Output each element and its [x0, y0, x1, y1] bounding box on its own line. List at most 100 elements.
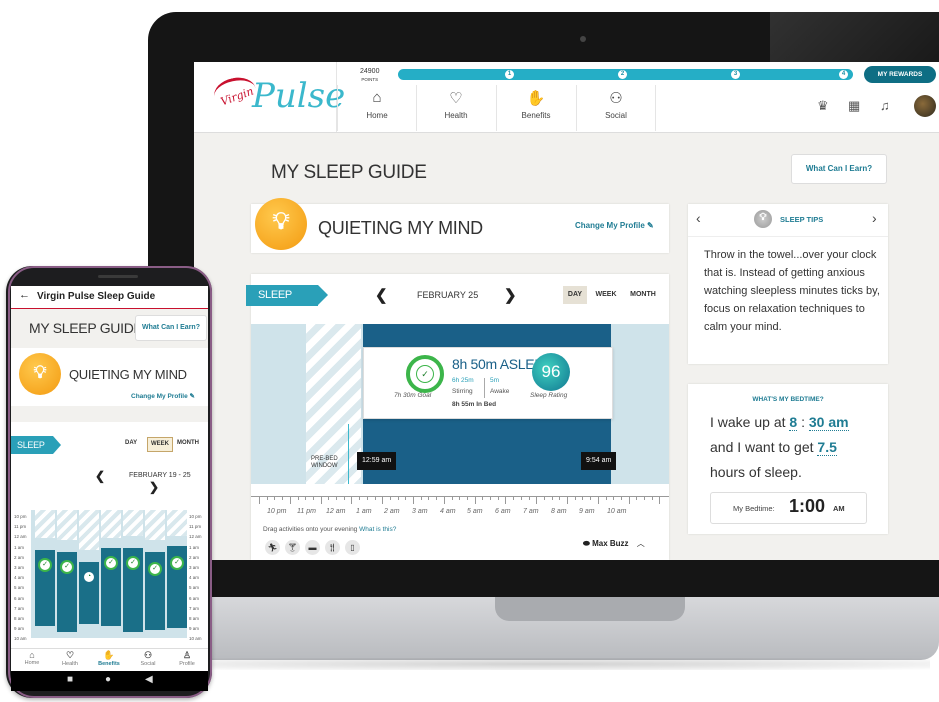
- tips-prev-chevron-icon[interactable]: ‹: [696, 210, 701, 226]
- trophy-icon[interactable]: ♛: [817, 98, 829, 114]
- axis-tick: [312, 496, 314, 500]
- nav-health-label: Health: [444, 111, 468, 120]
- phone-time-label: 6 am: [14, 595, 25, 601]
- sleep-hours-line: and I want to get 7.5: [710, 439, 837, 456]
- bell-icon[interactable]: ♫: [880, 98, 890, 113]
- tick-11pm: 11 pm: [297, 508, 316, 515]
- phone-time-label: 10 am: [14, 636, 27, 642]
- phone-nav-home-label: Home: [24, 660, 40, 666]
- avatar[interactable]: [914, 95, 936, 117]
- change-profile-link[interactable]: Change My Profile ✎: [575, 221, 654, 230]
- want-prefix: and I want to get: [710, 439, 814, 455]
- sleep-end-time: 9:54 am: [581, 452, 617, 470]
- sleep-tip-text: Throw in the towel...over your clock tha…: [704, 249, 880, 333]
- brand-logo[interactable]: Virgin Pulse: [194, 62, 345, 132]
- calendar-icon[interactable]: ▦: [848, 98, 860, 114]
- goal-ring: ✓: [406, 355, 444, 393]
- bedtime-card: WHAT'S MY BEDTIME? I wake up at 8 : 30 a…: [688, 384, 888, 534]
- what-is-this-link[interactable]: What is this?: [359, 526, 396, 533]
- home-icon: ⌂: [29, 650, 35, 660]
- phone-time-label: 12 am: [14, 534, 27, 540]
- phone-time-label: 9 am: [189, 626, 200, 632]
- nav-home[interactable]: ⌂ Home: [337, 85, 416, 131]
- phone-what-can-i-earn-button[interactable]: What Can I Earn?: [135, 315, 207, 341]
- check-icon: ✓: [170, 556, 184, 570]
- fork-knife-icon[interactable]: 🍴︎: [325, 540, 340, 555]
- axis-tick: [443, 496, 445, 504]
- sleep-tips-card: ‹ 💡︎ SLEEP TIPS › Throw in the towel...o…: [688, 204, 888, 364]
- pill-icon: ⬬: [583, 539, 590, 548]
- laptop-shadow: [160, 658, 930, 670]
- phone-date-prev-chevron-icon[interactable]: ❮: [95, 469, 105, 483]
- check-icon: ✓: [126, 556, 140, 570]
- sleep-tips-title: SLEEP TIPS: [780, 215, 824, 224]
- heart-icon: ♡: [65, 650, 75, 660]
- prebed-stripe: [79, 510, 99, 550]
- prebed-label-line1: PRE-BED: [311, 456, 338, 462]
- wake-prefix: I wake up at: [710, 414, 786, 430]
- axis-tick: [436, 496, 438, 500]
- tick-6am: 6 am: [495, 508, 511, 515]
- partial-ring-icon: ◔: [82, 570, 96, 584]
- phone-nav-profile[interactable]: ♙ Profile: [169, 650, 205, 667]
- phone-nav-social[interactable]: ⚇ Social: [130, 650, 166, 667]
- phone-nav-health[interactable]: ♡ Health: [52, 650, 88, 667]
- logo-pulse-text: Pulse: [252, 76, 346, 116]
- phone-range-day[interactable]: DAY: [125, 440, 137, 446]
- wake-hour-input[interactable]: 8: [789, 414, 798, 431]
- axis-tick: [451, 496, 453, 500]
- phone-nav-benefits-label: Benefits: [98, 661, 120, 667]
- tick-5am: 5 am: [467, 508, 483, 515]
- prebed-label-line2: WINDOW: [311, 463, 338, 469]
- home-circle-icon[interactable]: ●: [105, 674, 111, 685]
- screen-icon[interactable]: ▬: [305, 540, 320, 555]
- bedtime-value: 1:00: [789, 496, 826, 516]
- max-buzz-toggle[interactable]: ⬬ Max Buzz ︿: [583, 538, 645, 549]
- phone-range-week[interactable]: WEEK: [147, 437, 173, 452]
- nav-social-label: Social: [605, 111, 627, 120]
- phone-icon[interactable]: ▯: [345, 540, 360, 555]
- back-triangle-icon[interactable]: ◀: [145, 674, 153, 685]
- axis-tick: [413, 496, 414, 504]
- date-prev-chevron-icon[interactable]: ❮: [375, 286, 388, 304]
- nav-benefits[interactable]: ✋ Benefits: [496, 85, 575, 131]
- phone-nav-home[interactable]: ⌂ Home: [14, 650, 50, 666]
- cocktail-icon[interactable]: 🍸︎: [285, 540, 300, 555]
- phone-change-profile-link[interactable]: Change My Profile ✎: [131, 392, 195, 400]
- chevron-up-icon: ︿: [636, 539, 645, 548]
- phone-nav-benefits[interactable]: ✋ Benefits: [91, 650, 127, 667]
- prebed-stripe: [167, 510, 187, 536]
- nav-social[interactable]: ⚇ Social: [576, 85, 656, 131]
- range-month-button[interactable]: MONTH: [625, 286, 661, 304]
- nav-health[interactable]: ♡ Health: [416, 85, 495, 131]
- sleep-tab-label: SLEEP: [246, 285, 328, 306]
- what-can-i-earn-button[interactable]: What Can I Earn?: [791, 154, 887, 184]
- axis-tick: [636, 496, 638, 500]
- my-rewards-button[interactable]: MY REWARDS: [864, 66, 936, 83]
- date-next-chevron-icon[interactable]: ❯: [504, 286, 517, 304]
- home-icon: ⌂: [372, 89, 382, 106]
- prebed-stripe: [123, 510, 143, 536]
- phone-time-label: 2 am: [14, 554, 25, 560]
- tips-next-chevron-icon[interactable]: ›: [872, 210, 877, 226]
- phone-range-month[interactable]: MONTH: [177, 440, 199, 446]
- wake-minute-input[interactable]: 30 am: [808, 414, 849, 431]
- progress-level-2: 2: [618, 70, 627, 79]
- phone-date-next-chevron-icon[interactable]: ❯: [149, 480, 159, 494]
- phone-bottom-nav: ⌂ Home ♡ Health ✋ Benefits ⚇ Social ♙ Profile: [11, 648, 208, 671]
- laptop-trackpad-notch: [495, 597, 685, 621]
- recents-icon[interactable]: ■: [67, 674, 73, 685]
- pencil-icon: ✎: [647, 221, 654, 230]
- sleep-hours-input[interactable]: 7.5: [817, 439, 837, 456]
- range-day-button[interactable]: DAY: [563, 286, 587, 304]
- run-icon[interactable]: 🏃︎: [265, 540, 280, 555]
- range-week-button[interactable]: WEEK: [593, 286, 619, 304]
- axis-tick: [297, 496, 299, 500]
- top-header: Virgin Pulse 24900 POINTS 1 2 3 4 MY REW…: [194, 62, 939, 133]
- stirring-value: 6h 25m: [452, 377, 474, 384]
- phone-screen: ← Virgin Pulse Sleep Guide MY SLEEP GUID…: [11, 286, 208, 671]
- axis-tick: [605, 496, 607, 500]
- prebed-stripe: [35, 510, 55, 538]
- back-arrow-icon[interactable]: ←: [19, 289, 30, 301]
- focus-card: 💡︎ QUIETING MY MIND Change My Profile ✎: [251, 198, 669, 253]
